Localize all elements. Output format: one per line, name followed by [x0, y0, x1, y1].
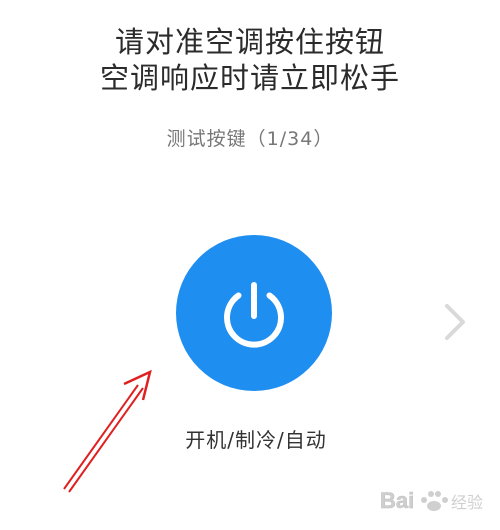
chevron-right-icon — [445, 304, 465, 340]
next-key-button[interactable] — [437, 298, 477, 348]
power-button[interactable] — [176, 235, 332, 391]
test-key-counter: 测试按键（1/34） — [166, 128, 334, 150]
svg-text:Bai: Bai — [380, 488, 414, 513]
power-icon — [224, 282, 284, 348]
baidu-logo: Bai 经验 — [380, 488, 483, 514]
instruction-line-2: 空调响应时请立即松手 — [99, 61, 400, 95]
power-key-label: 开机/制冷/自动 — [185, 428, 327, 452]
svg-text:经验: 经验 — [451, 493, 483, 512]
baidu-jingyan-watermark: Bai 经验 — [378, 482, 493, 518]
instruction-line-1: 请对准空调按住按钮 — [114, 25, 385, 59]
